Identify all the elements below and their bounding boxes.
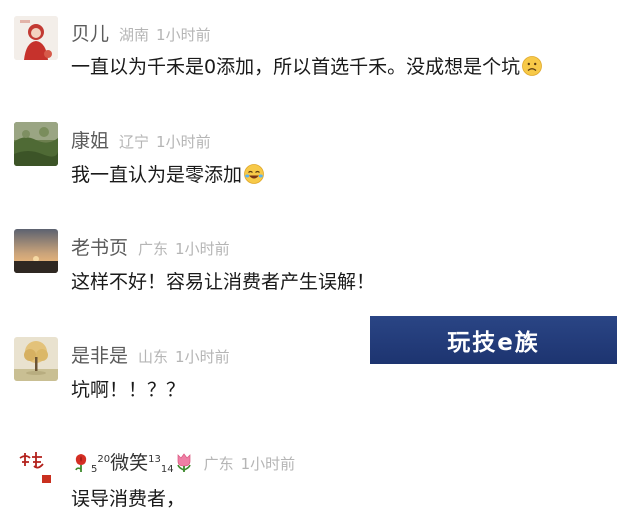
doll-avatar-icon [14, 16, 58, 60]
comment-text-content: 这样不好！容易让消费者产生误解！ [71, 271, 376, 293]
comment-meta: 520微笑1314 广东 1小时前 [71, 448, 295, 475]
commenter-name[interactable]: 微笑 [110, 452, 148, 474]
commenter-location: 广东 [203, 455, 234, 473]
avatar[interactable] [14, 337, 58, 381]
comment-text-content: 一直以为千禾是0添加，所以首选千禾。没成想是个坑 [71, 56, 521, 78]
commenter-name[interactable]: 贝儿 [71, 23, 109, 45]
avatar[interactable] [14, 122, 58, 166]
comment-text-content: 我一直认为是零添加 [71, 164, 243, 186]
tree-avatar-icon [14, 337, 58, 381]
name-fragment: 13 [148, 454, 161, 465]
comment-meta: 康姐 辽宁 1小时前 [71, 126, 211, 153]
commenter-name[interactable]: 老书页 [71, 237, 128, 259]
comment-text: 坑啊！！？？ [71, 375, 185, 402]
rose-icon [75, 454, 87, 472]
comment-text-content: 误导消费者， [71, 488, 186, 510]
comment-time: 1小时前 [240, 455, 296, 473]
commenter-location: 广东 [138, 240, 169, 258]
landscape-avatar-icon [14, 122, 58, 166]
comment-text: 这样不好！容易让消费者产生误解！ [71, 267, 375, 294]
sunset-avatar-icon [14, 229, 58, 273]
sad-face-icon [522, 56, 542, 76]
name-fragment: 5 [91, 464, 98, 475]
comment-meta: 老书页 广东 1小时前 [71, 233, 230, 260]
commenter-location: 山东 [138, 348, 169, 366]
watermark-text: 玩技e族 [447, 330, 540, 356]
name-fragment: 14 [160, 464, 174, 475]
commenter-name[interactable]: 康姐 [71, 130, 109, 152]
comment-time: 1小时前 [156, 26, 211, 44]
tulip-icon [176, 453, 191, 472]
avatar[interactable] [14, 444, 58, 488]
laughing-tears-icon [244, 164, 264, 184]
watermark-banner: 玩技e族 [370, 316, 617, 364]
name-fragment: 20 [97, 454, 111, 465]
calligraphy-avatar-icon [14, 444, 58, 488]
comment-text: 误导消费者， [71, 484, 185, 511]
commenter-location: 辽宁 [119, 133, 150, 151]
comment-time: 1小时前 [156, 133, 211, 151]
comment-meta: 贝儿 湖南 1小时前 [71, 19, 211, 46]
comment-text: 我一直认为是零添加 [71, 160, 264, 187]
comment-text: 一直以为千禾是0添加，所以首选千禾。没成想是个坑 [71, 52, 542, 79]
comment-meta: 是非是 山东 1小时前 [71, 341, 230, 368]
commenter-location: 湖南 [119, 26, 150, 44]
comment-time: 1小时前 [175, 348, 230, 366]
comment-time: 1小时前 [175, 240, 230, 258]
avatar[interactable] [14, 229, 58, 273]
avatar[interactable] [14, 16, 58, 60]
comment-text-content: 坑啊！！？？ [71, 379, 186, 401]
commenter-name[interactable]: 是非是 [71, 345, 128, 367]
